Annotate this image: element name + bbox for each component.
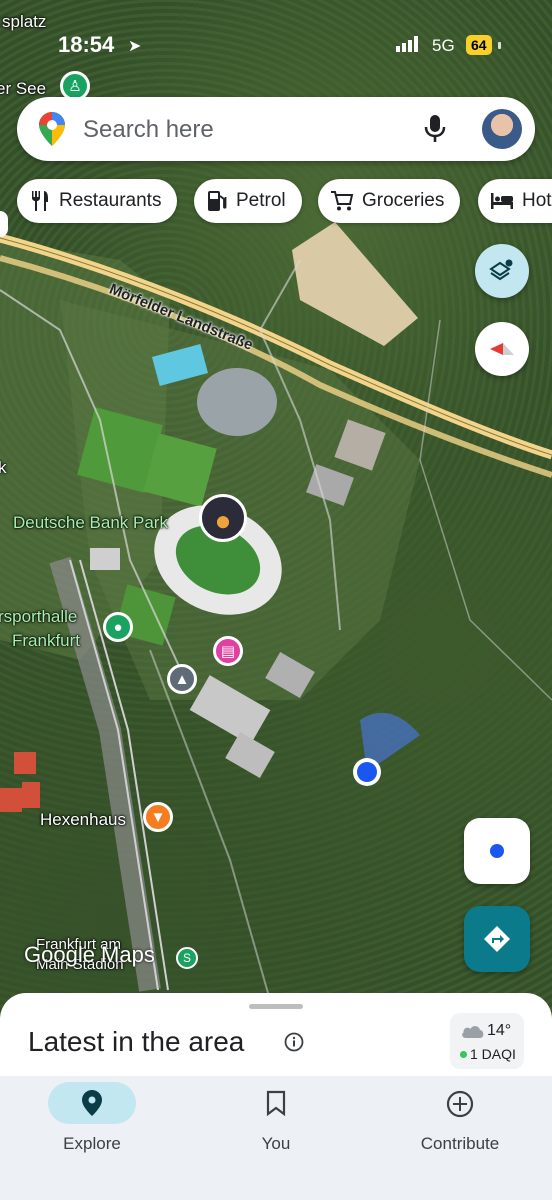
chip-label: Groceries bbox=[362, 190, 445, 211]
stadium-label[interactable]: Deutsche Bank Park bbox=[13, 513, 168, 533]
directions-button[interactable] bbox=[464, 906, 530, 972]
search-input[interactable]: Search here bbox=[83, 116, 214, 144]
chip-hotels[interactable]: Hot bbox=[478, 179, 552, 223]
fork-knife-icon bbox=[29, 190, 51, 212]
chip-label: Hot bbox=[522, 190, 552, 211]
info-icon[interactable] bbox=[284, 1032, 304, 1052]
sheet-handle[interactable] bbox=[249, 1004, 303, 1009]
category-chips: Restaurants Petrol Groceries Hot bbox=[0, 179, 552, 223]
cloud-icon bbox=[462, 1026, 484, 1038]
weather-widget[interactable]: 14° 1 DAQI bbox=[450, 1013, 524, 1069]
chip-restaurants[interactable]: Restaurants bbox=[17, 179, 178, 223]
park-pin-icon[interactable]: ● bbox=[103, 612, 133, 642]
explore-pin-icon bbox=[26, 1090, 158, 1116]
compass-icon bbox=[490, 343, 514, 355]
sheet-title: Latest in the area bbox=[28, 1026, 245, 1057]
compass-button[interactable] bbox=[475, 322, 529, 376]
hotel-pin-icon[interactable]: ▤ bbox=[213, 636, 243, 666]
chip-petrol[interactable]: Petrol bbox=[194, 179, 302, 223]
aqi-dot bbox=[460, 1051, 467, 1058]
stadium-photo-pin[interactable] bbox=[199, 494, 247, 542]
mic-icon[interactable] bbox=[423, 113, 447, 145]
map-attribution: Google Maps bbox=[24, 942, 155, 967]
layers-button[interactable] bbox=[475, 244, 529, 298]
nav-explore[interactable]: Explore bbox=[26, 1076, 166, 1166]
nav-label: Explore bbox=[63, 1134, 121, 1153]
battery-tip bbox=[498, 42, 501, 49]
google-maps-pin-icon bbox=[39, 112, 65, 146]
nav-contribute[interactable]: Contribute bbox=[394, 1076, 534, 1166]
nav-you[interactable]: You bbox=[210, 1076, 350, 1166]
add-circle-icon bbox=[394, 1090, 526, 1118]
avatar[interactable] bbox=[482, 109, 522, 149]
school-pin-icon[interactable]: ▲ bbox=[167, 664, 197, 694]
bottom-sheet[interactable]: Latest in the area 14° 1 DAQI bbox=[0, 993, 552, 1083]
hexenhaus-label[interactable]: Hexenhaus bbox=[40, 810, 126, 830]
place-label: k bbox=[0, 458, 7, 477]
sporthalle-label[interactable]: rsporthalle bbox=[0, 607, 77, 627]
nav-label: Contribute bbox=[420, 1134, 500, 1153]
network-type: 5G bbox=[432, 36, 455, 55]
cart-icon bbox=[330, 190, 354, 212]
bed-icon bbox=[490, 191, 514, 211]
layers-icon bbox=[489, 259, 513, 281]
my-location-button[interactable] bbox=[464, 818, 530, 884]
sporthalle-label[interactable]: Frankfurt bbox=[12, 631, 80, 651]
weather-aqi: 1 DAQI bbox=[470, 1046, 516, 1062]
battery-icon: 64 bbox=[466, 35, 492, 55]
status-bar: 18:54 ➤ 5G 64 bbox=[0, 28, 552, 62]
chip-label: Restaurants bbox=[59, 190, 162, 211]
bar-pin-icon[interactable]: ▼ bbox=[143, 802, 173, 832]
chip-label: Petrol bbox=[236, 190, 286, 211]
signal-icon bbox=[396, 36, 418, 52]
location-arrow-icon: ➤ bbox=[128, 38, 142, 55]
fuel-pump-icon bbox=[206, 190, 228, 212]
nav-label: You bbox=[261, 1134, 291, 1153]
directions-icon bbox=[484, 926, 510, 952]
bookmark-icon bbox=[210, 1090, 342, 1116]
place-label[interactable]: er See bbox=[0, 79, 46, 99]
bottom-nav: Explore You Contribute bbox=[0, 1076, 552, 1200]
my-location-icon bbox=[490, 844, 504, 858]
chip-groceries[interactable]: Groceries bbox=[318, 179, 461, 223]
station-pin-icon[interactable]: S bbox=[176, 947, 198, 969]
weather-temp: 14° bbox=[487, 1022, 512, 1039]
search-bar[interactable]: Search here bbox=[17, 97, 535, 161]
status-time: 18:54 bbox=[58, 32, 115, 57]
